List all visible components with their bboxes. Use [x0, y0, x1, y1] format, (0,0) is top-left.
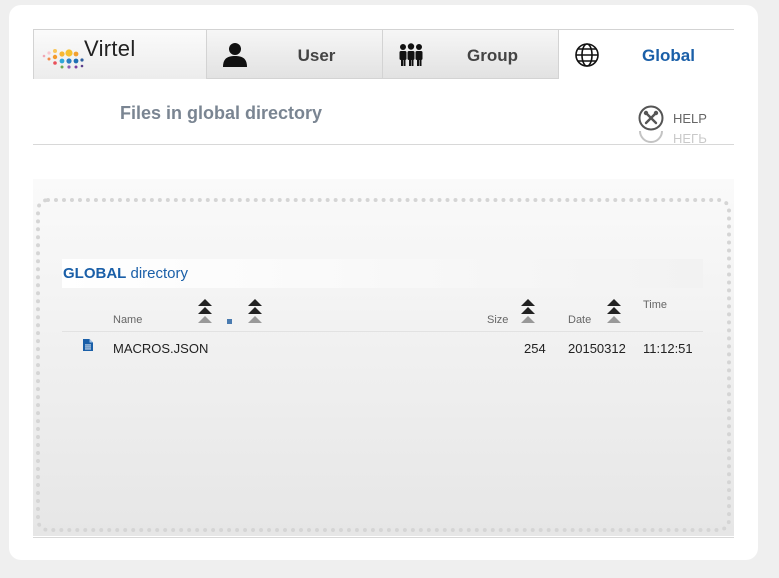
tools-icon-reflection: [639, 131, 663, 143]
group-icon: [397, 42, 425, 68]
top-tab-bar: Virtel User Group Global: [33, 29, 734, 79]
directory-header: GLOBAL directory: [62, 259, 703, 288]
tab-user[interactable]: User: [207, 29, 383, 79]
directory-title-bold: GLOBAL: [63, 265, 127, 282]
bottom-divider: [33, 537, 734, 538]
column-header-time[interactable]: Time: [643, 299, 667, 311]
file-time: 11:12:51: [643, 341, 693, 356]
user-icon: [221, 42, 249, 68]
logo-text: Virtel: [84, 36, 136, 61]
tab-user-label: User: [297, 46, 336, 65]
directory-title-rest: directory: [126, 265, 189, 282]
header-divider: [62, 331, 703, 332]
globe-icon: [573, 42, 601, 68]
column-header-date[interactable]: Date: [568, 314, 591, 326]
help-label-reflection: HELP: [673, 131, 707, 145]
file-size: 254: [524, 341, 546, 356]
directory-title: GLOBAL directory: [63, 265, 188, 282]
help-reflection: HELP: [638, 131, 707, 145]
tab-global-label: Global: [642, 46, 695, 65]
title-bar: Files in global directory HELP HELP: [33, 79, 734, 145]
column-header-size[interactable]: Size: [487, 314, 508, 326]
virtel-logo: Virtel: [33, 29, 207, 79]
help-button[interactable]: HELP: [638, 105, 707, 131]
tab-group-label: Group: [467, 46, 518, 65]
tab-global[interactable]: Global: [559, 29, 734, 79]
tab-group[interactable]: Group: [383, 29, 559, 79]
file-icon: [83, 339, 93, 351]
sort-date-icon[interactable]: [607, 299, 621, 325]
sort-indicator: [227, 319, 232, 324]
sort-size-icon[interactable]: [521, 299, 535, 325]
file-date: 20150312: [568, 341, 626, 356]
page-title: Files in global directory: [120, 103, 323, 123]
column-header-name[interactable]: Name: [113, 314, 142, 326]
sort-type-icon[interactable]: [248, 299, 262, 325]
table-row[interactable]: MACROS.JSON 254 20150312 11:12:51: [62, 334, 703, 362]
file-name[interactable]: MACROS.JSON: [113, 341, 208, 356]
sort-name-icon[interactable]: [198, 299, 212, 325]
help-label: HELP: [673, 110, 707, 126]
tools-icon: [638, 105, 664, 131]
dropzone-frame: [36, 198, 731, 532]
